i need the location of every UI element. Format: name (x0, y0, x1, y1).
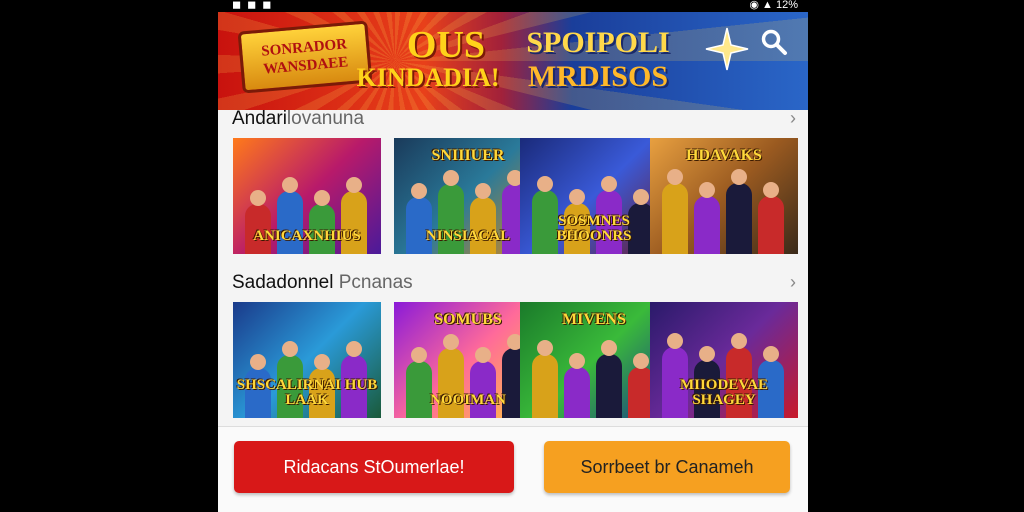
game-tile[interactable]: SHSCALIRNAI HUB LAAK (233, 302, 381, 418)
secondary-action-button[interactable]: Sorrbeet br Canameh (544, 441, 790, 493)
character-figure (596, 354, 622, 418)
character-figure (564, 367, 590, 418)
character-figure (662, 183, 688, 254)
character-figure (694, 196, 720, 254)
character-figure (470, 197, 496, 254)
app-screen: ◼◼◼ ◉ ▲ 12% SONRADOR WANSDAEE OUS KINDAD… (218, 0, 808, 512)
character-figure (406, 361, 432, 418)
character-head (282, 177, 298, 193)
game-tile-title: MIVENS (561, 311, 626, 328)
character-head (633, 189, 649, 205)
sparkle-star-icon (705, 27, 749, 71)
section-title-2: Sadadonnel Pcnanas (232, 272, 413, 294)
character-head (569, 353, 585, 369)
game-tile[interactable]: HDAVAKS (650, 138, 798, 254)
game-tile-title: HDAVAKS (686, 147, 762, 164)
game-tile[interactable]: MIVENS (520, 302, 668, 418)
character-figure (277, 191, 303, 254)
primary-action-button[interactable]: Ridacans StOumerlae! (234, 441, 514, 493)
character-head (537, 176, 553, 192)
character-head (475, 347, 491, 363)
status-notification-icons: ◼◼◼ (232, 0, 278, 11)
character-head (763, 346, 779, 362)
section-title-1: Andarilovanuna (232, 108, 364, 130)
character-head (699, 346, 715, 362)
character-head (731, 169, 747, 185)
game-tile[interactable]: MIIODEVAE SHAGEY (650, 302, 798, 418)
wifi-icon: ◉ (749, 0, 759, 11)
character-figure (726, 183, 752, 254)
character-figure (758, 196, 784, 254)
game-tile[interactable]: SOSMNES BHOONRS (520, 138, 668, 254)
chevron-right-icon[interactable]: › (790, 272, 796, 293)
character-head (601, 340, 617, 356)
bottom-action-bar: Ridacans StOumerlae! Sorrbeet br Canameh (218, 426, 808, 512)
character-head (314, 354, 330, 370)
character-figure (406, 197, 432, 254)
section-title-1-light: lovanuna (286, 108, 365, 129)
character-figure (470, 361, 496, 418)
character-head (443, 170, 459, 186)
game-tile-subtitle: MIIODEVAE SHAGEY (679, 377, 769, 408)
character-head (250, 354, 266, 370)
chevron-right-icon[interactable]: › (790, 108, 796, 129)
game-tile-subtitle: SHSCALIRNAI HUB LAAK (236, 377, 378, 408)
character-head (569, 189, 585, 205)
character-head (346, 177, 362, 193)
character-figure (341, 191, 367, 254)
banner-mid-title: OUS KINDADIA! (357, 24, 506, 92)
banner-right-title: SPOIPOLI MRDISOS (518, 26, 678, 94)
game-tile[interactable]: ANICAXNHIUS (233, 138, 381, 254)
status-bar: ◼◼◼ ◉ ▲ 12% (218, 0, 808, 12)
search-icon[interactable] (760, 28, 788, 56)
character-head (601, 176, 617, 192)
banner-mid-line-1: OUS (406, 24, 486, 66)
character-head (699, 182, 715, 198)
character-head (443, 334, 459, 350)
character-head (475, 183, 491, 199)
banner-mid-line-2: KINDADIA! (356, 63, 500, 92)
character-head (346, 341, 362, 357)
section-title-1-main: Andari (232, 108, 287, 129)
character-head (314, 190, 330, 206)
banner-right-line-1: SPOIPOLI (526, 26, 670, 59)
character-head (667, 333, 683, 349)
battery-text: 12% (775, 0, 798, 11)
section-title-2-main: Sadadonnel (232, 272, 334, 293)
section-title-2-light: Pcnanas (338, 272, 413, 293)
character-head (731, 333, 747, 349)
signal-icon: ▲ (762, 0, 773, 11)
character-head (282, 341, 298, 357)
character-head (763, 182, 779, 198)
game-tile-subtitle: SOSMNES BHOONRS (556, 213, 632, 244)
promo-banner[interactable]: SONRADOR WANSDAEE OUS KINDADIA! SPOIPOLI… (218, 12, 808, 110)
character-head (537, 340, 553, 356)
character-head (411, 347, 427, 363)
character-figure (532, 354, 558, 418)
character-head (411, 183, 427, 199)
status-right: ◉ ▲ 12% (749, 0, 798, 11)
character-head (633, 353, 649, 369)
game-tile-subtitle: ANICAXNHIUS (253, 228, 361, 244)
character-head (667, 169, 683, 185)
character-head (250, 190, 266, 206)
banner-right-line-2: MRDISOS (527, 60, 669, 93)
